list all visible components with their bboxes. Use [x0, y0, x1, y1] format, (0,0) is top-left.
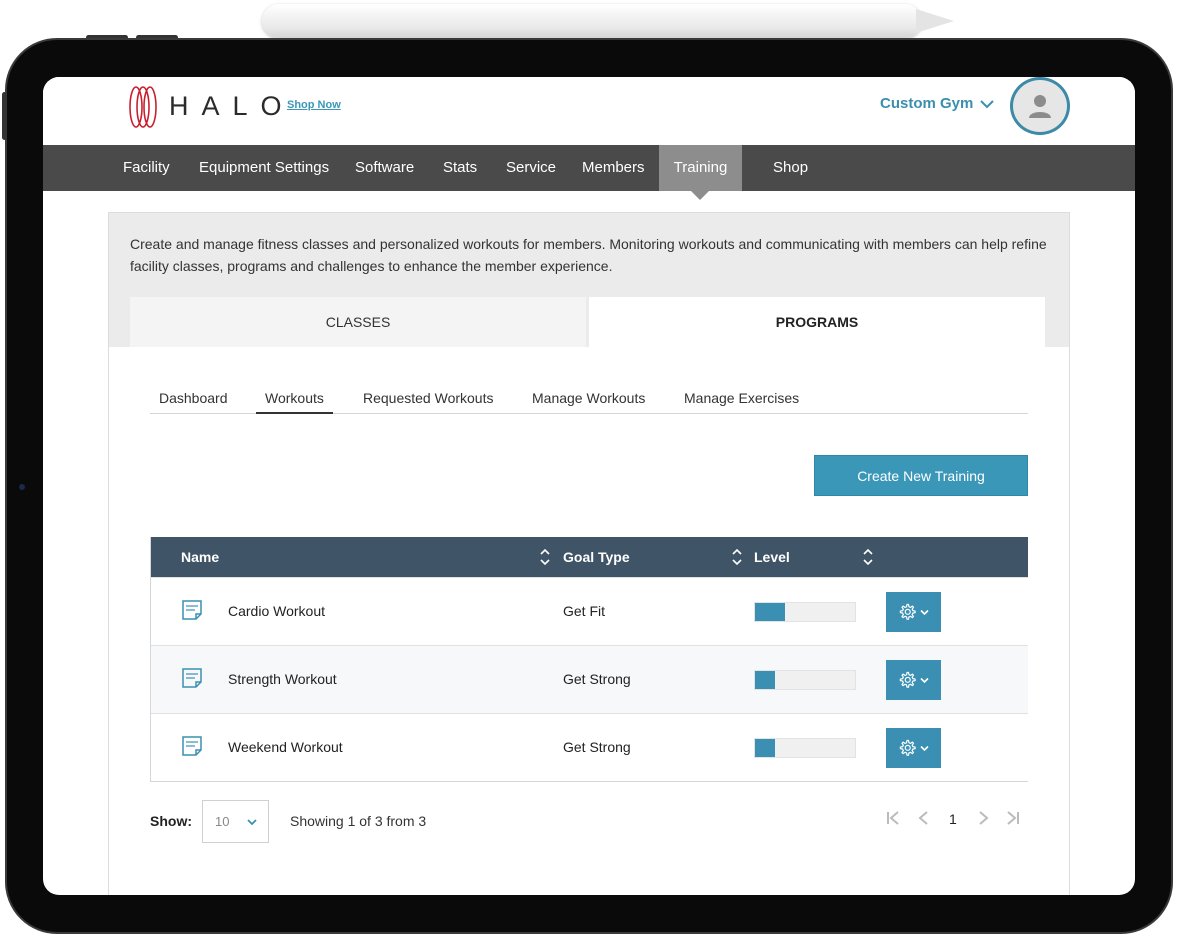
nav-item-training[interactable]: Training — [659, 145, 742, 191]
tab-classes[interactable]: CLASSES — [130, 297, 586, 347]
subtab-workouts[interactable]: Workouts — [256, 381, 333, 414]
document-icon — [182, 668, 202, 688]
shop-now-link[interactable]: Shop Now — [287, 99, 341, 111]
nav-item-stats[interactable]: Stats — [428, 145, 492, 191]
workout-name[interactable]: Cardio Workout — [228, 578, 325, 646]
content-card: Create and manage fitness classes and pe… — [108, 212, 1070, 895]
document-icon — [182, 736, 202, 756]
prev-page-icon[interactable] — [915, 807, 933, 829]
gym-selector-label: Custom Gym — [880, 95, 974, 112]
tab-programs[interactable]: PROGRAMS — [589, 297, 1045, 347]
sort-icon[interactable] — [862, 547, 874, 567]
page-size-select[interactable]: 10 — [202, 800, 269, 843]
row-actions-button[interactable] — [886, 660, 941, 700]
intro-text: Create and manage fitness classes and pe… — [130, 236, 1047, 274]
side-button — [2, 92, 7, 140]
chevron-down-icon — [920, 609, 929, 615]
gear-icon — [899, 739, 916, 756]
gym-selector[interactable]: Custom Gym — [880, 95, 995, 112]
last-page-icon[interactable] — [1003, 807, 1021, 829]
stylus-pencil — [262, 4, 922, 38]
table-row[interactable]: Cardio Workout Get Fit — [151, 577, 1028, 645]
workouts-table: Name Goal Type Level Cardio Workout Get … — [150, 537, 1028, 782]
gear-icon — [899, 603, 916, 620]
avatar[interactable] — [1010, 77, 1070, 135]
stylus-tip — [916, 9, 954, 33]
sub-tabs: Dashboard Workouts Requested Workouts Ma… — [150, 381, 1028, 414]
subtab-manage-workouts[interactable]: Manage Workouts — [523, 381, 654, 414]
nav-item-shop[interactable]: Shop — [758, 145, 823, 191]
nav-item-service[interactable]: Service — [491, 145, 571, 191]
intro-panel: Create and manage fitness classes and pe… — [109, 213, 1069, 347]
chevron-down-icon — [920, 677, 929, 683]
level-bar-fill — [755, 671, 775, 689]
nav-item-software[interactable]: Software — [340, 145, 429, 191]
level-bar — [754, 670, 856, 690]
chevron-down-icon — [247, 819, 257, 826]
level-bar — [754, 738, 856, 758]
subtab-requested-workouts[interactable]: Requested Workouts — [354, 381, 502, 414]
halo-logo-icon — [129, 86, 157, 128]
sort-icon[interactable] — [539, 547, 551, 567]
active-nav-caret — [691, 191, 709, 200]
chevron-down-icon — [920, 745, 929, 751]
document-icon — [182, 600, 202, 620]
nav-item-facility[interactable]: Facility — [108, 145, 185, 191]
gear-icon — [899, 671, 916, 688]
pagination-summary: Showing 1 of 3 from 3 — [290, 813, 427, 829]
main-nav: Facility Equipment Settings Software Sta… — [43, 145, 1135, 191]
workout-name[interactable]: Strength Workout — [228, 646, 337, 714]
logo-text: HALO — [169, 91, 295, 121]
first-page-icon[interactable] — [885, 807, 903, 829]
nav-item-equipment-settings[interactable]: Equipment Settings — [184, 145, 344, 191]
chevron-down-icon — [980, 99, 995, 108]
goal-type: Get Strong — [563, 739, 631, 755]
table-header: Name Goal Type Level — [151, 537, 1028, 577]
goal-type: Get Fit — [563, 603, 606, 619]
row-actions-button[interactable] — [886, 728, 941, 768]
table-row[interactable]: Weekend Workout Get Strong — [151, 713, 1028, 781]
create-new-training-button[interactable]: Create New Training — [814, 455, 1028, 496]
subtab-dashboard[interactable]: Dashboard — [150, 381, 237, 414]
camera-dot — [19, 484, 25, 490]
table-row[interactable]: Strength Workout Get Strong — [151, 645, 1028, 713]
column-header-level[interactable]: Level — [754, 537, 790, 577]
level-bar-fill — [755, 739, 775, 757]
app-header: HALO Shop Now Custom Gym — [43, 77, 1135, 145]
column-header-name[interactable]: Name — [181, 537, 219, 577]
level-bar-fill — [755, 603, 785, 621]
tablet-screen: HALO Shop Now Custom Gym Facility Equipm… — [43, 77, 1135, 895]
nav-item-members[interactable]: Members — [567, 145, 660, 191]
user-icon — [1029, 95, 1051, 118]
goal-type: Get Strong — [563, 671, 631, 687]
page-size-value: 10 — [215, 814, 230, 829]
current-page[interactable]: 1 — [949, 811, 957, 827]
workout-name[interactable]: Weekend Workout — [228, 714, 343, 782]
next-page-icon[interactable] — [974, 807, 992, 829]
column-header-goal-type[interactable]: Goal Type — [563, 537, 630, 577]
subtab-manage-exercises[interactable]: Manage Exercises — [675, 381, 808, 414]
sort-icon[interactable] — [731, 547, 743, 567]
show-label: Show: — [150, 813, 192, 829]
row-actions-button[interactable] — [886, 592, 941, 632]
level-bar — [754, 602, 856, 622]
